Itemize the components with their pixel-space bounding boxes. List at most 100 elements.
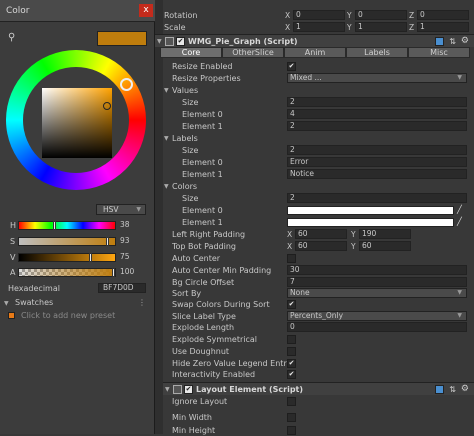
explode-length-label: Explode Length xyxy=(172,322,235,332)
hide-zero-checkbox[interactable]: ✔ xyxy=(287,358,296,368)
colors-element1-swatch[interactable] xyxy=(287,217,454,227)
swatches-menu-icon[interactable]: ⋮ xyxy=(138,298,146,307)
swatches-fold-icon[interactable]: ▼ xyxy=(4,300,9,307)
auto-center-checkbox[interactable] xyxy=(287,253,296,263)
current-color-swatch xyxy=(97,31,147,46)
min-height-label: Min Height xyxy=(172,425,216,435)
a-slider-handle[interactable] xyxy=(112,268,115,277)
v-slider[interactable] xyxy=(18,253,116,262)
swap-colors-label: Swap Colors During Sort xyxy=(172,299,270,309)
eyedropper-icon[interactable]: ╱ xyxy=(457,217,467,227)
color-mode-dropdown[interactable]: HSV ▼ xyxy=(96,204,146,215)
labels-size-field[interactable]: 2 xyxy=(287,145,467,155)
labels-element0-row: Element 0 Error xyxy=(163,156,472,168)
resize-properties-label: Resize Properties xyxy=(172,73,241,83)
labels-label: Labels xyxy=(172,133,198,143)
min-width-checkbox[interactable] xyxy=(287,412,296,422)
interactivity-checkbox[interactable]: ✔ xyxy=(287,369,296,379)
auto-center-min-padding-field[interactable]: 30 xyxy=(287,265,467,275)
colors-size-field[interactable]: 2 xyxy=(287,193,467,203)
explode-symmetrical-checkbox[interactable] xyxy=(287,334,296,344)
labels-element0-label: Element 0 xyxy=(182,157,223,167)
preset-icon[interactable]: ⇅ xyxy=(449,385,456,394)
values-size-row: Size 2 xyxy=(163,96,472,108)
color-window-titlebar[interactable]: Color x xyxy=(0,0,155,22)
values-size-field[interactable]: 2 xyxy=(287,97,467,107)
h-slider-handle[interactable] xyxy=(53,221,56,230)
hide-zero-label: Hide Zero Value Legend Entry xyxy=(172,358,292,368)
explode-symmetrical-row: Explode Symmetrical xyxy=(163,333,472,345)
auto-center-label: Auto Center xyxy=(172,253,221,263)
min-height-checkbox[interactable] xyxy=(287,425,296,435)
labels-element0-field[interactable]: Error xyxy=(287,157,467,167)
resize-enabled-checkbox[interactable]: ✔ xyxy=(287,61,296,71)
explode-length-field[interactable]: 0 xyxy=(287,322,467,332)
tbp-y-field[interactable]: 60 xyxy=(359,241,411,251)
lrp-x-field[interactable]: 60 xyxy=(295,229,347,239)
close-button[interactable]: x xyxy=(139,4,153,17)
colors-fold-icon[interactable]: ▼ xyxy=(164,183,169,190)
resize-properties-dropdown[interactable]: Mixed ... ▼ xyxy=(287,73,467,83)
h-slider[interactable] xyxy=(18,221,116,230)
labels-element1-label: Element 1 xyxy=(182,169,223,179)
bg-circle-offset-field[interactable]: 7 xyxy=(287,277,467,287)
eyedropper-icon[interactable]: ╱ xyxy=(457,205,467,215)
colors-element1-label: Element 1 xyxy=(182,217,223,227)
v-value-field[interactable]: 75 xyxy=(118,252,146,262)
slice-label-type-value: Percents_Only xyxy=(290,311,344,320)
fold-arrow-icon[interactable]: ▼ xyxy=(165,386,170,393)
min-width-label: Min Width xyxy=(172,412,212,422)
colors-element0-swatch[interactable] xyxy=(287,205,454,215)
v-slider-handle[interactable] xyxy=(89,253,92,262)
component-enabled-checkbox[interactable]: ✔ xyxy=(184,384,193,394)
labels-fold-icon[interactable]: ▼ xyxy=(164,135,169,142)
add-preset-hint[interactable]: Click to add new preset xyxy=(21,311,115,320)
layout-element-component-header[interactable]: ▼ ✔ Layout Element (Script) ⇅ ⚙ xyxy=(163,382,474,395)
explode-length-row: Explode Length 0 xyxy=(163,321,472,333)
preset-swatch-icon[interactable] xyxy=(8,312,15,319)
labels-element1-field[interactable]: Notice xyxy=(287,169,467,179)
dropdown-arrow-icon: ▼ xyxy=(457,74,462,81)
left-right-padding-row: Left Right Padding X 60 Y 190 xyxy=(163,228,472,240)
sort-by-label: Sort By xyxy=(172,288,202,298)
gear-icon[interactable]: ⚙ xyxy=(461,384,469,394)
values-label: Values xyxy=(172,85,199,95)
dropdown-arrow-icon: ▼ xyxy=(457,312,462,319)
values-element0-field[interactable]: 4 xyxy=(287,109,467,119)
colors-element0-row: Element 0 ╱ xyxy=(163,204,472,216)
sv-handle[interactable] xyxy=(103,102,111,110)
sort-by-value: None xyxy=(290,288,310,297)
resize-enabled-row: Resize Enabled ✔ xyxy=(163,60,472,72)
values-fold-icon[interactable]: ▼ xyxy=(164,87,169,94)
values-element1-field[interactable]: 2 xyxy=(287,121,467,131)
a-slider[interactable] xyxy=(18,268,116,277)
use-doughnut-label: Use Doughnut xyxy=(172,346,230,356)
swap-colors-checkbox[interactable]: ✔ xyxy=(287,299,296,309)
hue-handle[interactable] xyxy=(120,78,133,91)
layout-element-title: Layout Element (Script) xyxy=(196,384,304,394)
ignore-layout-label: Ignore Layout xyxy=(172,396,228,406)
ignore-layout-row: Ignore Layout xyxy=(163,395,472,407)
colors-size-label: Size xyxy=(182,193,199,203)
eyedropper-icon[interactable]: ⚲ xyxy=(8,32,15,43)
hex-field[interactable]: BF7D0D xyxy=(98,283,146,293)
s-slider-handle[interactable] xyxy=(106,237,109,246)
saturation-value-square[interactable] xyxy=(42,88,112,158)
help-book-icon[interactable] xyxy=(435,384,444,394)
sort-by-dropdown[interactable]: None ▼ xyxy=(287,288,467,298)
use-doughnut-checkbox[interactable] xyxy=(287,346,296,356)
lrp-x-label: X xyxy=(287,229,293,239)
h-value-field[interactable]: 38 xyxy=(118,220,146,230)
tbp-x-label: X xyxy=(287,241,293,251)
s-channel-label: S xyxy=(10,237,16,246)
s-value-field[interactable]: 93 xyxy=(118,236,146,246)
values-element1-row: Element 1 2 xyxy=(163,120,472,132)
s-slider[interactable] xyxy=(18,237,116,246)
min-height-row: Min Height xyxy=(163,424,472,436)
lrp-y-field[interactable]: 190 xyxy=(359,229,411,239)
ignore-layout-checkbox[interactable] xyxy=(287,396,296,406)
tbp-x-field[interactable]: 60 xyxy=(295,241,347,251)
a-value-field[interactable]: 100 xyxy=(118,267,146,277)
slice-label-type-dropdown[interactable]: Percents_Only ▼ xyxy=(287,311,467,321)
tbp-y-label: Y xyxy=(351,241,356,251)
